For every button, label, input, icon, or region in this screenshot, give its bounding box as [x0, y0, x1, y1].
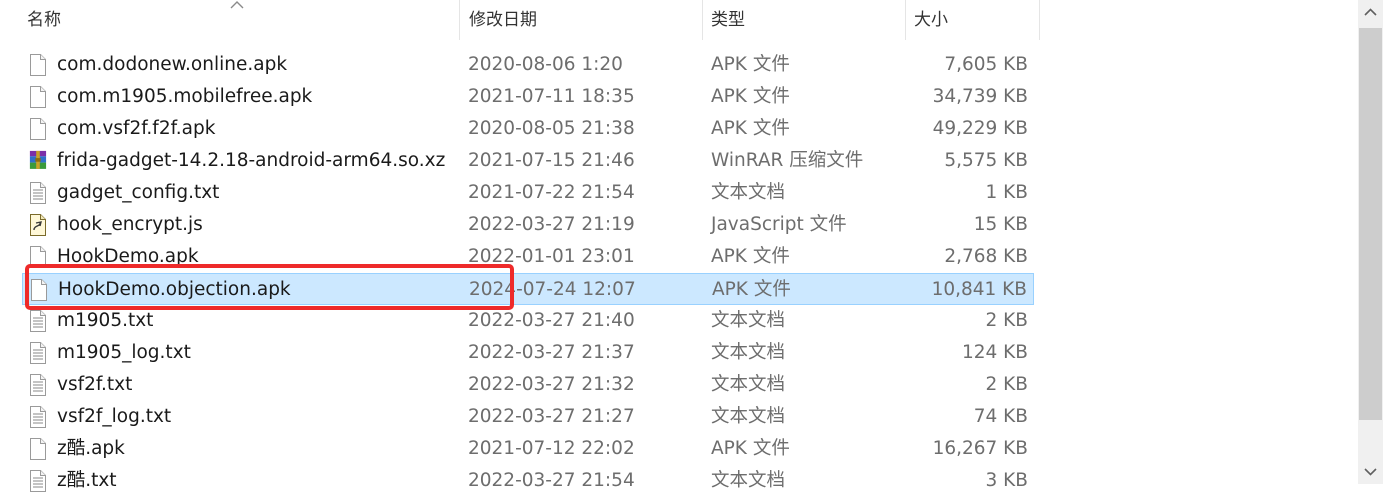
file-modified-date: 2021-07-11 18:35	[468, 86, 635, 107]
vertical-scrollbar[interactable]	[1358, 0, 1383, 484]
file-size: 49,229 KB	[932, 118, 1028, 139]
file-size: 10,841 KB	[931, 279, 1027, 300]
file-size: 1 KB	[985, 182, 1028, 203]
file-modified-date: 2022-03-27 21:40	[468, 310, 635, 331]
winrar-archive-icon	[29, 150, 47, 172]
file-type: APK 文件	[711, 438, 790, 459]
file-size: 7,605 KB	[944, 54, 1028, 75]
generic-file-icon	[29, 118, 47, 140]
file-name: vsf2f.txt	[57, 374, 133, 395]
column-type-header[interactable]: 类型	[711, 0, 745, 40]
file-name: frida-gadget-14.2.18-android-arm64.so.xz	[57, 150, 446, 171]
file-type: 文本文档	[711, 342, 786, 363]
sort-ascending-icon	[230, 1, 244, 9]
scroll-down-arrow-icon[interactable]	[1358, 459, 1383, 484]
file-type: JavaScript 文件	[711, 214, 847, 235]
file-row[interactable]: gadget_config.txt 2021-07-22 21:54 文本文档 1 K…	[22, 177, 1034, 209]
file-modified-date: 2022-03-27 21:32	[468, 374, 635, 395]
file-row[interactable]: vsf2f_log.txt 2022-03-27 21:27 文本文档 74 KB	[22, 401, 1034, 433]
file-row[interactable]: HookDemo.apk 2022-01-01 23:01 APK 文件 2,768 …	[22, 241, 1034, 273]
column-divider[interactable]	[1039, 0, 1040, 40]
file-modified-date: 2022-01-01 23:01	[468, 246, 635, 267]
file-modified-date: 2022-03-27 21:19	[468, 214, 635, 235]
file-name: z酷.txt	[57, 470, 117, 491]
file-size: 34,739 KB	[932, 86, 1028, 107]
file-modified-date: 2021-07-12 22:02	[468, 438, 635, 459]
file-type: 文本文档	[711, 182, 786, 203]
scrollbar-thumb[interactable]	[1359, 28, 1382, 420]
file-row[interactable]: com.dodonew.online.apk 2020-08-06 1:20 APK…	[22, 49, 1034, 81]
file-size: 15 KB	[973, 214, 1028, 235]
file-row[interactable]: frida-gadget-14.2.18-android-arm64.so.xz…	[22, 145, 1034, 177]
generic-file-icon	[29, 54, 47, 76]
file-modified-date: 2020-08-06 1:20	[468, 54, 623, 75]
generic-file-icon	[29, 86, 47, 108]
file-modified-date: 2022-03-27 21:54	[468, 470, 635, 491]
text-document-icon	[29, 342, 47, 364]
file-name: gadget_config.txt	[57, 182, 220, 203]
column-size-header[interactable]: 大小	[914, 0, 948, 40]
file-modified-date: 2021-07-22 21:54	[468, 182, 635, 203]
file-name: z酷.apk	[57, 438, 125, 459]
file-type: APK 文件	[711, 118, 790, 139]
file-name: com.vsf2f.f2f.apk	[57, 118, 216, 139]
file-type: APK 文件	[711, 54, 790, 75]
file-row[interactable]: com.vsf2f.f2f.apk 2020-08-05 21:38 APK 文件 4…	[22, 113, 1034, 145]
script-file-icon	[29, 214, 47, 236]
file-modified-date: 2024-07-24 12:07	[469, 279, 636, 300]
file-row[interactable]: hook_encrypt.js 2022-03-27 21:19 JavaScrip…	[22, 209, 1034, 241]
file-row[interactable]: vsf2f.txt 2022-03-27 21:32 文本文档 2 KB	[22, 369, 1034, 401]
file-type: APK 文件	[711, 86, 790, 107]
file-modified-date: 2022-03-27 21:37	[468, 342, 635, 363]
file-size: 16,267 KB	[932, 438, 1028, 459]
file-modified-date: 2021-07-15 21:46	[468, 150, 635, 171]
file-name: com.m1905.mobilefree.apk	[57, 86, 313, 107]
file-type: WinRAR 压缩文件	[711, 150, 864, 171]
file-type: 文本文档	[711, 406, 786, 427]
generic-file-icon	[30, 279, 48, 301]
file-name: com.dodonew.online.apk	[57, 54, 288, 75]
column-divider[interactable]	[702, 0, 703, 40]
file-name: vsf2f_log.txt	[57, 406, 172, 427]
file-type: 文本文档	[711, 374, 786, 395]
file-name: HookDemo.apk	[57, 246, 199, 267]
text-document-icon	[29, 470, 47, 492]
file-size: 74 KB	[973, 406, 1028, 427]
file-name: HookDemo.objection.apk	[58, 279, 291, 300]
file-type: 文本文档	[711, 470, 786, 491]
column-divider[interactable]	[459, 0, 460, 40]
file-size: 3 KB	[985, 470, 1028, 491]
file-size: 2 KB	[985, 310, 1028, 331]
file-modified-date: 2020-08-05 21:38	[468, 118, 635, 139]
column-name-header[interactable]: 名称	[27, 0, 61, 40]
file-size: 124 KB	[961, 342, 1028, 363]
file-row[interactable]: m1905.txt 2022-03-27 21:40 文本文档 2 KB	[22, 305, 1034, 337]
file-modified-date: 2022-03-27 21:27	[468, 406, 635, 427]
file-row[interactable]: z酷.txt 2022-03-27 21:54 文本文档 3 KB	[22, 465, 1034, 497]
file-size: 5,575 KB	[944, 150, 1028, 171]
file-name: m1905_log.txt	[57, 342, 191, 363]
column-header: 名称 修改日期 类型 大小	[0, 0, 1040, 40]
file-row[interactable]: z酷.apk 2021-07-12 22:02 APK 文件 16,267 KB	[22, 433, 1034, 465]
file-type: APK 文件	[711, 246, 790, 267]
text-document-icon	[29, 374, 47, 396]
column-divider[interactable]	[905, 0, 906, 40]
file-name: m1905.txt	[57, 310, 154, 331]
text-document-icon	[29, 182, 47, 204]
scroll-up-arrow-icon[interactable]	[1358, 0, 1383, 25]
generic-file-icon	[29, 438, 47, 460]
text-document-icon	[29, 406, 47, 428]
generic-file-icon	[29, 246, 47, 268]
text-document-icon	[29, 310, 47, 332]
file-row[interactable]: m1905_log.txt 2022-03-27 21:37 文本文档 124 KB	[22, 337, 1034, 369]
file-row-selected[interactable]: HookDemo.objection.apk 2024-07-24 12:07 AP…	[22, 273, 1034, 305]
file-size: 2,768 KB	[944, 246, 1028, 267]
column-date-header[interactable]: 修改日期	[469, 0, 537, 40]
file-name: hook_encrypt.js	[57, 214, 203, 235]
file-type: APK 文件	[712, 279, 791, 300]
file-row[interactable]: com.m1905.mobilefree.apk 2021-07-11 18:35…	[22, 81, 1034, 113]
file-size: 2 KB	[985, 374, 1028, 395]
file-type: 文本文档	[711, 310, 786, 331]
